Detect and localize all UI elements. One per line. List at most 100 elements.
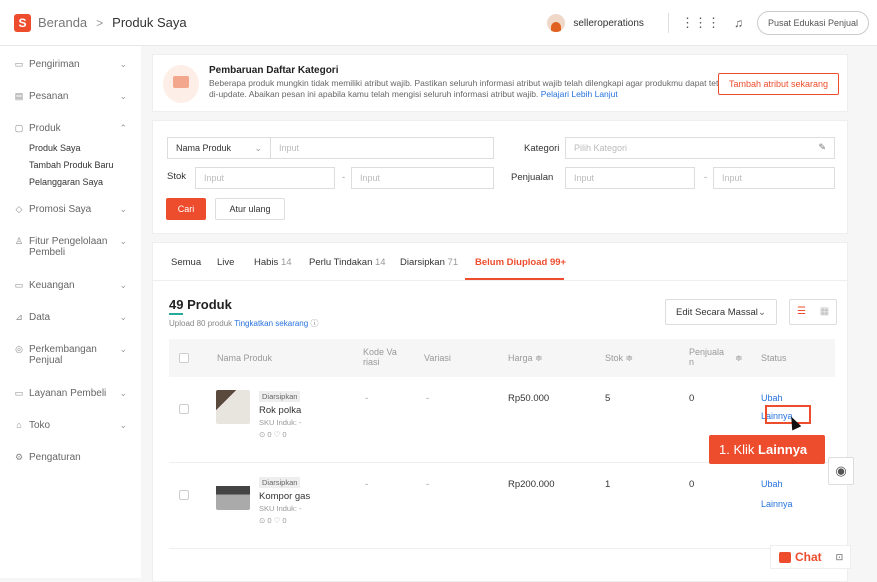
list-view-icon[interactable]: ☰ (790, 300, 813, 324)
product-thumbnail[interactable] (216, 390, 250, 424)
product-search-input[interactable]: Input (270, 137, 494, 159)
scrollbar[interactable] (862, 46, 877, 578)
sidebar-item-label: Toko (29, 420, 51, 431)
sales-label: Penjualan (511, 172, 554, 183)
tab-habis[interactable]: Habis 14 (254, 257, 292, 268)
col-variant-code: Kode Va riasi (363, 347, 397, 367)
chevron-down-icon: ⌄ (119, 91, 127, 101)
edit-pencil-icon: ✎ (818, 142, 826, 152)
grid-view-icon[interactable]: ▦ (813, 300, 836, 324)
col-status: Status (761, 353, 787, 363)
chevron-up-icon: ⌃ (119, 123, 127, 133)
sidebar-item-layanan[interactable]: ▭ Layanan Pembeli ⌄ (0, 383, 141, 415)
headset-icon[interactable]: ◉ (828, 457, 854, 485)
sidebar-item-perkembangan[interactable]: ◎ Perkembangan Penjual ⌄ (0, 339, 141, 383)
sidebar-sub-produk-saya[interactable]: Produk Saya (0, 140, 141, 157)
upgrade-link[interactable]: Tingkatkan sekarang (234, 319, 308, 328)
sidebar-sub-tambah-produk[interactable]: Tambah Produk Baru (0, 157, 141, 174)
category-select[interactable]: Pilih Kategori ✎ (565, 137, 835, 159)
sidebar-item-toko[interactable]: ⌂ Toko ⌄ (0, 415, 141, 447)
tab-perlu-tindakan[interactable]: Perlu Tindakan 14 (309, 257, 386, 268)
reset-button[interactable]: Atur ulang (215, 198, 285, 220)
row-checkbox[interactable] (179, 490, 189, 500)
sidebar-sub-pelanggaran[interactable]: Pelanggaran Saya (0, 174, 141, 191)
sidebar-item-pengaturan[interactable]: ⚙ Pengaturan (0, 447, 141, 479)
top-right-area: selleroperations ⋮⋮⋮ ♫ Pusat Edukasi Pen… (547, 0, 869, 46)
sales-min-input[interactable]: Input (565, 167, 695, 189)
select-all-checkbox[interactable] (179, 353, 189, 363)
breadcrumb-home[interactable]: Beranda (38, 15, 87, 30)
sidebar-item-label: Pengaturan (29, 452, 81, 463)
col-sales[interactable]: Penjuala n (689, 347, 725, 367)
stock-label: Stok (167, 171, 187, 182)
sidebar-item-data[interactable]: ⊿ Data ⌄ (0, 307, 141, 339)
apps-grid-icon[interactable]: ⋮⋮⋮ (681, 15, 720, 31)
more-link[interactable]: Lainnya (761, 499, 793, 509)
chat-button[interactable]: Chat ⊡ (770, 545, 851, 569)
product-sku: SKU Induk: - (259, 504, 302, 513)
learn-more-link[interactable]: Pelajari Lebih Lanjut (541, 89, 618, 99)
edit-link[interactable]: Ubah (761, 393, 783, 403)
table-row: Diarsipkan Kompor gas SKU Induk: - ⊙ 0 ♡… (169, 463, 835, 549)
top-bar: S Beranda > Produk Saya selleroperations… (0, 0, 877, 46)
upload-quota-bar (169, 313, 183, 315)
product-sku: SKU Induk: - (259, 418, 302, 427)
chevron-down-icon: ⌄ (119, 388, 127, 398)
stock-max-input[interactable]: Input (351, 167, 494, 189)
chevron-down-icon: ⌄ (119, 420, 127, 430)
product-thumbnail[interactable] (216, 476, 250, 510)
tab-diarsipkan[interactable]: Diarsipkan 71 (400, 257, 458, 268)
sidebar-item-pesanan[interactable]: ▤ Pesanan ⌄ (0, 86, 141, 118)
sort-icon[interactable]: ≑ (735, 353, 743, 363)
stock: 1 (605, 479, 611, 490)
stock-min-input[interactable]: Input (195, 167, 335, 189)
shopee-logo-icon[interactable]: S (14, 13, 31, 32)
sidebar-item-produk[interactable]: ▢ Produk ⌃ (0, 118, 141, 140)
megaphone-icon (163, 65, 199, 103)
wallet-icon: ▭ (14, 280, 24, 290)
row-checkbox[interactable] (179, 404, 189, 414)
bulk-edit-dropdown[interactable]: Edit Secara Massal ⌄ (665, 299, 777, 325)
divider (667, 13, 669, 33)
tab-live[interactable]: Live (217, 257, 234, 268)
sales-max-input[interactable]: Input (713, 167, 835, 189)
status-badge: Diarsipkan (259, 391, 301, 402)
col-stock[interactable]: Stok ≑ (605, 353, 633, 363)
chart-icon: ⊿ (15, 312, 23, 322)
product-list-panel: Semua Live Habis 14 Perlu Tindakan 14 Di… (152, 242, 848, 582)
sales: 0 (689, 479, 695, 490)
edu-center-button[interactable]: Pusat Edukasi Penjual (756, 11, 869, 35)
product-stats: ⊙ 0 ♡ 0 (259, 430, 287, 439)
search-button[interactable]: Cari (166, 198, 206, 220)
edit-link[interactable]: Ubah (761, 479, 783, 489)
range-dash: - (704, 172, 708, 183)
sidebar-item-fitur[interactable]: ♙ Fitur Pengelolaan Pembeli ⌄ (0, 231, 141, 275)
status-badge: Diarsipkan (259, 477, 301, 488)
tab-semua[interactable]: Semua (171, 257, 201, 268)
chevron-down-icon: ⌄ (119, 204, 127, 214)
product-count: 49 Produk (169, 297, 232, 312)
chevron-down-icon: ⌄ (119, 344, 127, 354)
add-attribute-button[interactable]: Tambah atribut sekarang (717, 73, 839, 95)
tab-belum-diupload[interactable]: Belum Diupload 99+ (475, 257, 566, 268)
gear-icon: ⚙ (14, 452, 24, 462)
avatar[interactable] (547, 14, 566, 32)
sidebar-item-label: Fitur Pengelolaan Pembeli (29, 236, 108, 258)
col-product-name: Nama Produk (217, 353, 273, 363)
banner-title: Pembaruan Daftar Kategori (209, 65, 339, 76)
help-icon[interactable]: ⓘ (310, 319, 318, 328)
sidebar-item-promosi[interactable]: ◇ Promosi Saya ⌄ (0, 199, 141, 231)
sidebar-item-pengiriman[interactable]: ▭ Pengiriman ⌄ (0, 54, 141, 86)
sidebar-item-keuangan[interactable]: ▭ Keuangan ⌄ (0, 275, 141, 307)
col-price[interactable]: Harga ≑ (508, 353, 543, 363)
username[interactable]: selleroperations (573, 18, 644, 29)
product-field-select[interactable]: Nama Produk ⌄ (167, 137, 271, 159)
minimize-icon[interactable]: ⊡ (836, 552, 844, 563)
variant-code: - (365, 479, 369, 490)
product-name[interactable]: Kompor gas (259, 491, 310, 502)
product-name[interactable]: Rok polka (259, 405, 301, 416)
tag-icon: ◇ (15, 204, 23, 214)
active-tab-underline (465, 278, 564, 280)
product-stats: ⊙ 0 ♡ 0 (259, 516, 287, 525)
bell-icon[interactable]: ♫ (734, 16, 743, 30)
